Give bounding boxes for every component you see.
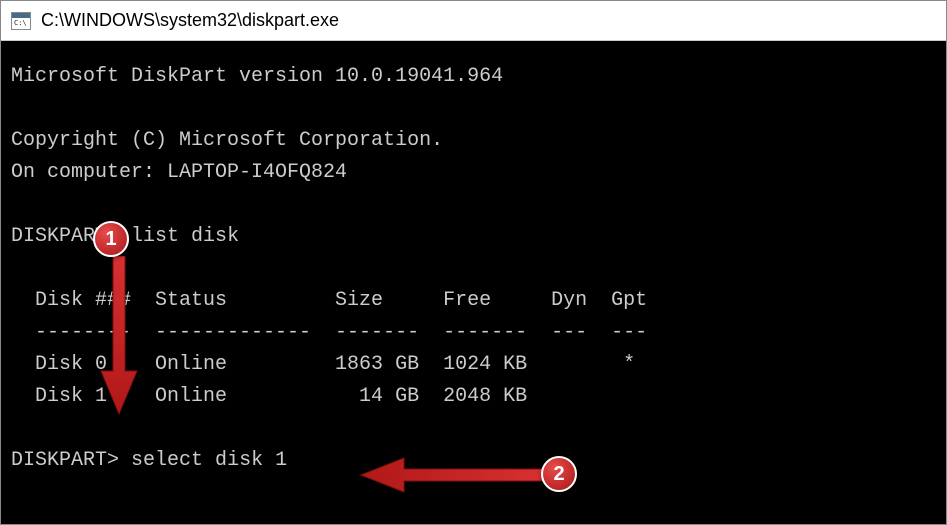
badge-number: 1 [93, 221, 129, 257]
computer-line: On computer: LAPTOP-I4OFQ824 [11, 161, 347, 184]
command-select-disk: select disk 1 [131, 449, 287, 472]
window-title: C:\WINDOWS\system32\diskpart.exe [41, 10, 339, 31]
console-output[interactable]: Microsoft DiskPart version 10.0.19041.96… [1, 41, 946, 524]
arrow-left-icon [359, 456, 544, 496]
titlebar[interactable]: C:\WINDOWS\system32\diskpart.exe [1, 1, 946, 41]
arrow-down-icon [99, 256, 139, 416]
command-prompt-icon [11, 12, 31, 30]
annotation-badge-2: 2 [541, 456, 577, 492]
table-row: Disk 1 Online 14 GB 2048 KB [11, 385, 527, 408]
badge-number: 2 [541, 456, 577, 492]
diskpart-prompt: DISKPART> [11, 449, 119, 472]
copyright-line: Copyright (C) Microsoft Corporation. [11, 129, 443, 152]
command-list-disk: list disk [131, 225, 239, 248]
annotation-badge-1: 1 [93, 221, 129, 257]
version-line: Microsoft DiskPart version 10.0.19041.96… [11, 65, 503, 88]
